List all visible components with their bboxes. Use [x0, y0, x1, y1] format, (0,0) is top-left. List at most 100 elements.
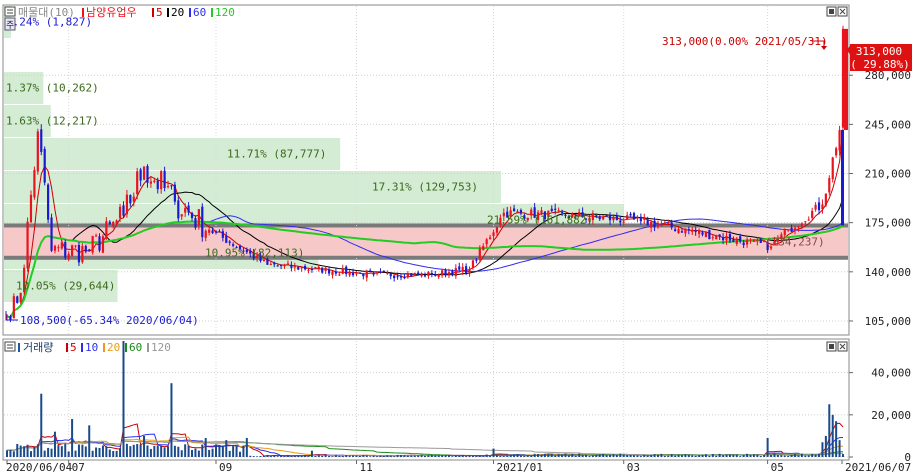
volume-bar	[437, 455, 440, 457]
candle-up	[677, 229, 680, 234]
candle-down	[88, 249, 91, 251]
candle-down	[598, 216, 601, 220]
volume-bar	[269, 455, 272, 457]
ma120-legend[interactable]: 120	[215, 6, 235, 19]
volume-menu-icon[interactable]	[4, 341, 16, 352]
ma60-legend[interactable]: 60	[193, 6, 206, 19]
candle-up	[317, 266, 320, 269]
candle-up	[602, 216, 605, 220]
volume-bar	[513, 454, 516, 457]
volume-bar	[156, 445, 159, 457]
volume-bar	[626, 455, 629, 457]
volume-bar	[101, 445, 104, 457]
volume-bar	[605, 455, 608, 457]
current-price-change: ( 29.88%)	[850, 58, 910, 71]
candle-down	[701, 232, 704, 235]
volume-bar	[238, 451, 241, 457]
volume-bar	[235, 444, 238, 457]
stock-name-legend[interactable]: 남양유업우	[86, 6, 137, 19]
candle-down	[680, 231, 684, 233]
candle-up	[142, 166, 146, 180]
vma10-legend[interactable]: 10	[85, 341, 98, 354]
volume-bar	[204, 438, 207, 457]
highlight-zone-label: (234,237)	[765, 236, 825, 249]
volume-bar	[585, 454, 588, 457]
candle-down	[177, 200, 180, 219]
volume-bar	[108, 449, 111, 457]
vma120-legend[interactable]: 120	[151, 341, 171, 354]
candle-down	[403, 277, 406, 279]
candle-down	[674, 229, 677, 231]
volume-bar	[578, 453, 581, 457]
volume-bar	[441, 455, 444, 457]
volume-bar	[283, 456, 286, 457]
vma120-swatch	[147, 343, 149, 352]
candle-up	[132, 196, 135, 202]
volume-bar	[588, 456, 591, 457]
candle-up	[406, 273, 409, 278]
current-price-value: 313,000	[856, 45, 902, 58]
volume-bar	[643, 454, 646, 457]
volume-bar	[105, 446, 108, 457]
candle-up	[136, 171, 139, 195]
candle-up	[715, 235, 718, 240]
volume-bar	[47, 447, 50, 457]
candle-up	[355, 273, 358, 275]
ma5-legend[interactable]: 5	[156, 6, 163, 19]
candle-up	[105, 221, 108, 239]
volume-bar	[122, 341, 125, 457]
volume-bar	[362, 455, 365, 457]
volume-bar	[112, 451, 115, 457]
candle-up	[375, 271, 379, 274]
vol-profile-legend[interactable]: 매물대(10)	[18, 6, 75, 19]
volume-bar	[194, 448, 197, 457]
date-tick-label: 2021/06/07	[845, 461, 911, 474]
volume-bar	[543, 453, 546, 457]
volume-bar	[701, 454, 704, 457]
volume-bar	[218, 445, 221, 457]
candle-up	[74, 245, 77, 247]
volume-bar	[526, 455, 529, 457]
candle-up	[622, 221, 625, 223]
candle-up	[331, 271, 334, 275]
profile-label: 10.05% (29,644)	[16, 280, 115, 293]
chart-menu-icon[interactable]	[4, 6, 16, 17]
vma5-legend[interactable]: 5	[70, 341, 77, 354]
volume-bar	[489, 455, 492, 457]
candle-down	[430, 273, 433, 275]
price-tick-label: 175,000	[865, 217, 911, 230]
volume-bar	[67, 451, 70, 457]
volume-bar	[691, 455, 694, 457]
price-tick-label: 105,000	[865, 315, 911, 328]
volume-bar	[119, 448, 122, 457]
candle-down	[369, 270, 372, 272]
volume-bar	[567, 455, 570, 457]
vma60-legend[interactable]: 60	[129, 341, 142, 354]
volume-bar	[98, 447, 101, 457]
volume-legend[interactable]: 거래량	[23, 341, 53, 354]
date-tick-label: 2021/01	[497, 461, 543, 474]
candle-down	[146, 166, 149, 183]
volume-bar	[77, 444, 80, 457]
candle-down	[276, 265, 279, 267]
candle-limit-up	[844, 28, 848, 130]
candle-down	[16, 296, 19, 303]
volume-bar	[715, 455, 718, 457]
candle-down	[303, 266, 307, 270]
volume-bar	[393, 456, 396, 457]
volume-bar	[413, 455, 416, 457]
candle-up	[838, 129, 841, 151]
volume-bar	[499, 455, 502, 457]
ma20-legend[interactable]: 20	[171, 6, 184, 19]
vma60-swatch	[125, 343, 127, 352]
candle-up	[149, 181, 153, 184]
volume-bar	[708, 455, 711, 457]
volume-bar	[725, 454, 728, 457]
candle-down	[310, 269, 314, 271]
volume-bar	[636, 455, 639, 457]
vma20-legend[interactable]: 20	[107, 341, 120, 354]
volume-bar	[804, 455, 807, 457]
candle-down	[396, 276, 399, 278]
candle-down	[187, 205, 190, 213]
volume-bar	[571, 453, 574, 457]
